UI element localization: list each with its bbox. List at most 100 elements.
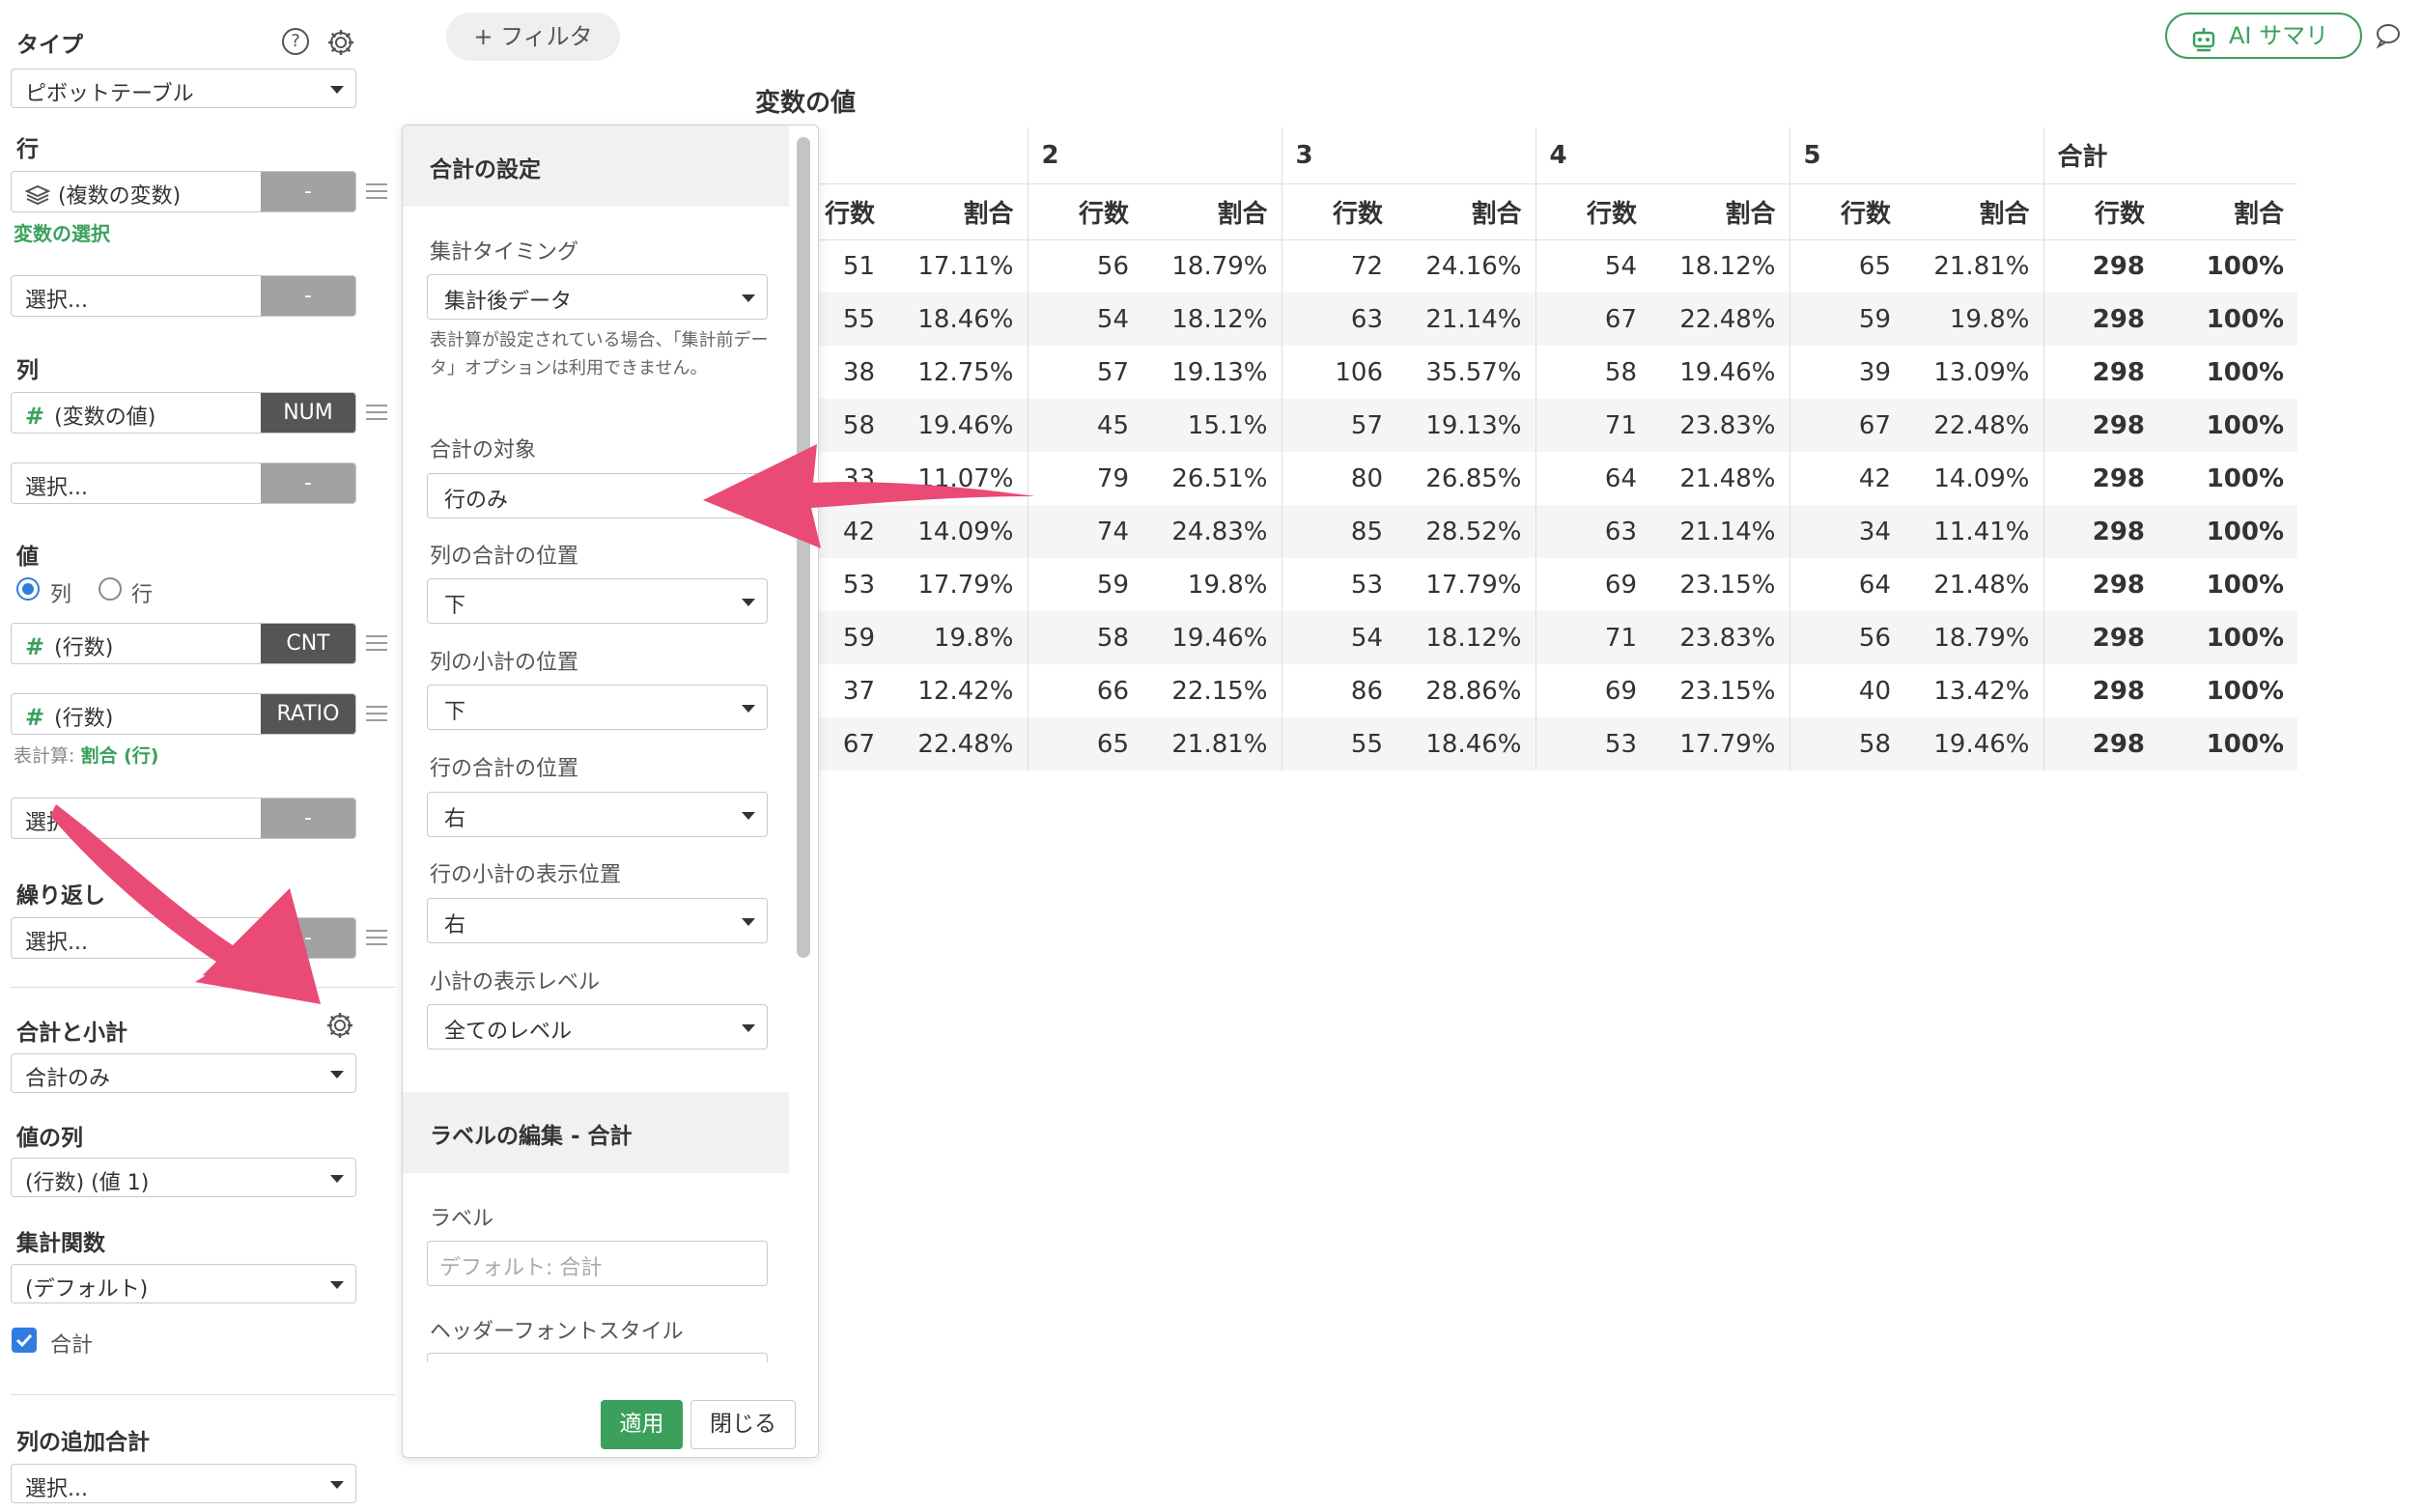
cell-count: 34: [1788, 505, 1905, 558]
cols-pill-content: # (変数の値): [12, 393, 263, 433]
ai-summary-label: AI サマリ: [2229, 22, 2329, 49]
col-extra-total-value: 選択...: [25, 1477, 88, 1501]
row-subtotal-pos-label: 行の小計の表示位置: [430, 863, 622, 887]
cell-count: 58: [1788, 717, 1905, 770]
radio-row-label: 行: [131, 583, 154, 607]
cell-count: 66: [1027, 664, 1143, 717]
total-checkbox[interactable]: [12, 1328, 37, 1353]
close-button[interactable]: 閉じる: [690, 1400, 796, 1449]
drag-handle-icon[interactable]: [366, 930, 387, 945]
subtotal-level-select[interactable]: 全てのレベル: [427, 1004, 768, 1050]
table-calc-value[interactable]: 割合 (行): [80, 745, 158, 767]
row-subtotal-pos-select[interactable]: 右: [427, 898, 768, 943]
col-total-pos-select[interactable]: 下: [427, 578, 768, 624]
cell-ratio: 100%: [2158, 505, 2298, 558]
value1-pill-tag[interactable]: CNT: [261, 624, 355, 663]
cell-ratio: 22.48%: [888, 717, 1028, 770]
cell-ratio: 19.46%: [1142, 611, 1282, 664]
cell-count: 53: [1281, 558, 1397, 611]
chevron-down-icon: [330, 1071, 344, 1078]
panel-scrollbar[interactable]: [797, 137, 810, 958]
drag-handle-icon[interactable]: [366, 635, 387, 651]
chart-type-select[interactable]: ピボットテーブル: [11, 69, 356, 108]
rows-pill-tag[interactable]: -: [261, 172, 355, 211]
help-icon[interactable]: ?: [282, 28, 309, 55]
cell-count: 33: [842, 463, 876, 493]
cell-ratio: 35.57%: [1425, 357, 1522, 387]
cell-ratio: 22.48%: [1904, 399, 2044, 452]
cell-ratio: 24.16%: [1425, 251, 1522, 281]
cols-variable-pill[interactable]: # (変数の値) NUM: [11, 392, 356, 434]
value1-pill[interactable]: # (行数) CNT: [11, 623, 356, 664]
drag-handle-icon[interactable]: [366, 706, 387, 721]
agg-select[interactable]: (デフォルト): [11, 1264, 356, 1303]
cell-ratio: 100%: [2158, 717, 2298, 770]
chevron-down-icon: [742, 705, 755, 713]
chevron-down-icon: [742, 918, 755, 926]
timing-select[interactable]: 集計後データ: [427, 274, 768, 320]
ai-summary-button[interactable]: AI サマリ: [2165, 13, 2362, 59]
rows-add-tag[interactable]: -: [261, 276, 355, 316]
values-add-select[interactable]: 選択... -: [11, 798, 356, 839]
radio-col[interactable]: [16, 577, 40, 601]
hash-icon: #: [25, 403, 45, 430]
cols-pill-tag[interactable]: NUM: [261, 393, 355, 433]
values-add-tag[interactable]: -: [261, 798, 355, 838]
variable-select-link[interactable]: 変数の選択: [14, 218, 110, 246]
table-row: 58 19.46% 45 15.1% 57 19.13% 71 23.83% 67 22.48% 2…: [811, 399, 2298, 452]
timing-help-text: 表計算が設定されている場合、「集計前データ」オプションは利用できません。: [430, 330, 769, 378]
cols-add-tag[interactable]: -: [261, 463, 355, 503]
rows-label: 行: [16, 137, 39, 162]
cell-ratio: 17.79%: [917, 570, 1014, 600]
apply-button[interactable]: 適用: [601, 1400, 683, 1449]
gear-icon[interactable]: [325, 27, 356, 58]
cell-ratio: 21.81%: [1933, 251, 2030, 281]
row-total-pos-label: 行の合計の位置: [430, 757, 579, 781]
col-header-ratio: 割合: [1142, 183, 1282, 240]
radio-row[interactable]: [99, 577, 122, 601]
value-col-select[interactable]: (行数) (値 1): [11, 1158, 356, 1197]
cell-count: 54: [1535, 239, 1651, 293]
cell-count: 80: [1281, 452, 1397, 505]
row-total-pos-select[interactable]: 右: [427, 792, 768, 837]
col-header-ratio: 割合: [1650, 183, 1790, 240]
label-input[interactable]: デフォルト: 合計: [427, 1241, 768, 1286]
add-filter-button[interactable]: + フィルタ: [446, 13, 620, 61]
cell-count: 298: [2042, 558, 2159, 611]
totals-select[interactable]: 合計のみ: [11, 1053, 356, 1093]
rows-add-select[interactable]: 選択... -: [11, 275, 356, 317]
cols-add-select[interactable]: 選択... -: [11, 462, 356, 504]
table-row: 59 19.8% 58 19.46% 54 18.12% 71 23.83% 56 18.79% 2…: [811, 611, 2298, 664]
cell-count: 38: [842, 357, 876, 387]
totals-gear-icon[interactable]: [324, 1010, 355, 1041]
value2-pill-tag[interactable]: RATIO: [261, 694, 355, 734]
repeat-select[interactable]: 選択... -: [11, 917, 356, 959]
cell-ratio: 18.79%: [1904, 611, 2044, 664]
table-calc-note[interactable]: 表計算: 割合 (行): [14, 742, 158, 768]
hash-icon: #: [25, 633, 45, 660]
cell-count: 63: [1281, 293, 1397, 346]
cell-ratio: 18.12%: [1679, 251, 1776, 281]
group-header-total: 合計: [2042, 127, 2298, 184]
cell-count: 56: [1788, 611, 1905, 664]
drag-handle-icon[interactable]: [366, 405, 387, 420]
drag-handle-icon[interactable]: [366, 183, 387, 199]
target-select[interactable]: 行のみ: [427, 473, 768, 518]
cell-count: 58: [1535, 346, 1651, 399]
cell-count: 56: [1027, 239, 1143, 293]
cell-count: 106: [1281, 346, 1397, 399]
col-extra-total-select[interactable]: 選択...: [11, 1464, 356, 1503]
totals-label: 合計と小計: [16, 1021, 127, 1046]
cell-count: 65: [1788, 239, 1905, 293]
cell-ratio: 18.79%: [1171, 251, 1268, 281]
repeat-tag[interactable]: -: [261, 918, 355, 958]
table-row: 33 11.07% 79 26.51% 80 26.85% 64 21.48% 42 14.09%…: [811, 452, 2297, 505]
col-subtotal-pos-select[interactable]: 下: [427, 685, 768, 730]
rows-variable-pill[interactable]: (複数の変数) -: [11, 171, 356, 212]
cell-count: 79: [1027, 452, 1143, 505]
comment-icon[interactable]: [2374, 21, 2403, 50]
cell-ratio: 18.46%: [1396, 717, 1536, 770]
cell-count: 85: [1281, 505, 1397, 558]
cell-count: 57: [1027, 346, 1143, 399]
value2-pill[interactable]: # (行数) RATIO: [11, 693, 356, 735]
